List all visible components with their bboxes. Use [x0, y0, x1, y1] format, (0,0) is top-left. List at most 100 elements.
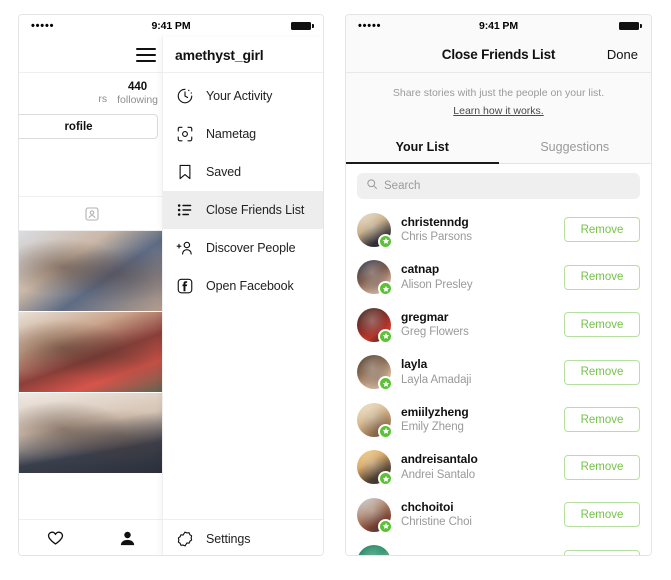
menu-item-discover-people[interactable]: Discover People — [163, 229, 323, 267]
friend-names: chchoitoi Christine Choi — [401, 500, 554, 530]
close-friends-screen: Close Friends List Done Share stories wi… — [346, 37, 652, 556]
blurb-section: Share stories with just the people on yo… — [346, 73, 651, 131]
friend-fullname: Emily Zheng — [401, 421, 464, 434]
page-title: Close Friends List — [441, 47, 556, 62]
friend-username: andreisantalo — [401, 452, 478, 467]
avatar[interactable] — [357, 450, 393, 487]
close-friend-star-icon — [378, 233, 393, 249]
friend-username: catnap — [401, 262, 440, 277]
remove-button[interactable]: Remove — [564, 549, 640, 555]
search-input[interactable] — [384, 180, 631, 193]
facebook-icon — [175, 276, 195, 296]
friend-names: emiilyzheng Emily Zheng — [401, 405, 554, 435]
friend-names: christenndg Chris Parsons — [401, 215, 554, 245]
friend-username: emiilyzheng — [401, 404, 469, 419]
avatar[interactable] — [357, 212, 393, 249]
avatar[interactable] — [357, 402, 393, 439]
friend-names: kstang — [401, 555, 554, 556]
friend-fullname: Christine Choi — [401, 516, 472, 529]
blurb-text: Share stories with just the people on yo… — [392, 87, 605, 99]
menu-label: Discover People — [206, 241, 296, 255]
friend-names: andreisantalo Andrei Santalo — [401, 452, 554, 482]
menu-item-nametag[interactable]: Nametag — [163, 115, 323, 153]
navbar: Close Friends List Done — [346, 37, 651, 73]
menu-item-close-friends-list[interactable]: Close Friends List — [163, 191, 323, 229]
friend-row[interactable]: chchoitoi Christine Choi Remove — [346, 491, 651, 539]
friend-row[interactable]: kstang Remove — [346, 539, 651, 556]
grid-photo[interactable] — [19, 231, 164, 313]
friend-fullname: Chris Parsons — [401, 231, 472, 244]
friend-row[interactable]: andreisantalo Andrei Santalo Remove — [346, 444, 651, 492]
friend-fullname: Andrei Santalo — [401, 468, 476, 481]
remove-button[interactable]: Remove — [564, 502, 640, 528]
edit-profile-button[interactable]: rofile — [19, 114, 158, 140]
right-status-bar: ••••• 9:41 PM — [346, 15, 651, 37]
discover-people-icon — [175, 238, 195, 258]
remove-button[interactable]: Remove — [564, 217, 640, 243]
menu-item-your-activity[interactable]: Your Activity — [163, 77, 323, 115]
avatar[interactable] — [357, 307, 393, 344]
battery-icon — [619, 22, 642, 30]
grid-photo[interactable] — [19, 393, 164, 475]
heart-icon[interactable] — [46, 529, 65, 548]
tab-suggestions[interactable]: Suggestions — [499, 130, 652, 163]
menu-label: Saved — [206, 165, 241, 179]
drawer-menu: Your Activity Nametag Saved Close Friend… — [163, 73, 323, 519]
following-stat[interactable]: 440 following — [117, 81, 158, 106]
avatar[interactable] — [357, 260, 393, 297]
done-button[interactable]: Done — [607, 47, 638, 62]
bottom-tab-bar — [19, 519, 164, 555]
menu-item-settings[interactable]: Settings — [163, 519, 323, 555]
hamburger-menu-icon[interactable] — [136, 47, 156, 62]
profile-screen-layer: rs 440 following rofile — [19, 37, 164, 555]
search-bar[interactable] — [357, 173, 640, 200]
battery-icon — [291, 22, 314, 30]
friends-list[interactable]: christenndg Chris Parsons Remove catnap Alis… — [346, 206, 651, 556]
side-drawer: amethyst_girl Your Activity Nametag Save… — [162, 37, 323, 555]
avatar[interactable] — [357, 355, 393, 392]
remove-button[interactable]: Remove — [564, 312, 640, 338]
menu-label: Open Facebook — [206, 279, 294, 293]
remove-button[interactable]: Remove — [564, 264, 640, 290]
menu-item-open-facebook[interactable]: Open Facebook — [163, 267, 323, 305]
tab-your-list[interactable]: Your List — [346, 130, 499, 165]
close-friend-star-icon — [378, 328, 393, 344]
menu-item-saved[interactable]: Saved — [163, 153, 323, 191]
friend-row[interactable]: catnap Alison Presley Remove — [346, 254, 651, 302]
right-phone-frame: ••••• 9:41 PM Close Friends List Done Sh… — [345, 14, 652, 556]
profile-tab-bar — [19, 197, 164, 232]
drawer-username: amethyst_girl — [175, 46, 264, 63]
friend-username: christenndg — [401, 214, 469, 229]
remove-button[interactable]: Remove — [564, 359, 640, 385]
friend-row[interactable]: layla Layla Amadaji Remove — [346, 349, 651, 397]
grid-photo[interactable] — [19, 312, 164, 394]
profile-topbar — [19, 37, 164, 73]
profile-stats: rs 440 following — [19, 73, 164, 110]
friend-row[interactable]: gregmar Greg Flowers Remove — [346, 301, 651, 349]
profile-person-icon[interactable] — [118, 529, 137, 548]
status-time: 9:41 PM — [479, 20, 518, 32]
search-section — [346, 164, 651, 207]
friend-names: layla Layla Amadaji — [401, 357, 554, 387]
remove-button[interactable]: Remove — [564, 407, 640, 433]
menu-label: Close Friends List — [206, 203, 305, 217]
remove-button[interactable]: Remove — [564, 454, 640, 480]
friend-names: catnap Alison Presley — [401, 262, 554, 292]
following-label: following — [117, 94, 158, 107]
left-phone-frame: ••••• 9:41 PM rs 440 following rofile am… — [18, 14, 324, 556]
friend-fullname: Greg Flowers — [401, 326, 469, 339]
saved-bookmark-icon — [175, 162, 195, 182]
status-time: 9:41 PM — [151, 20, 191, 32]
friend-names: gregmar Greg Flowers — [401, 310, 554, 340]
learn-how-it-works-link[interactable]: Learn how it works. — [453, 105, 543, 117]
avatar[interactable] — [357, 497, 393, 534]
tagged-photos-icon[interactable] — [84, 206, 100, 222]
avatar[interactable] — [357, 545, 391, 555]
friend-row[interactable]: emiilyzheng Emily Zheng Remove — [346, 396, 651, 444]
left-status-bar: ••••• 9:41 PM — [19, 15, 323, 37]
profile-bio-spacer — [19, 139, 164, 198]
friend-username: layla — [401, 357, 428, 372]
followers-stat-label[interactable]: rs — [98, 93, 107, 106]
close-friend-star-icon — [378, 518, 393, 534]
friend-row[interactable]: christenndg Chris Parsons Remove — [346, 206, 651, 254]
